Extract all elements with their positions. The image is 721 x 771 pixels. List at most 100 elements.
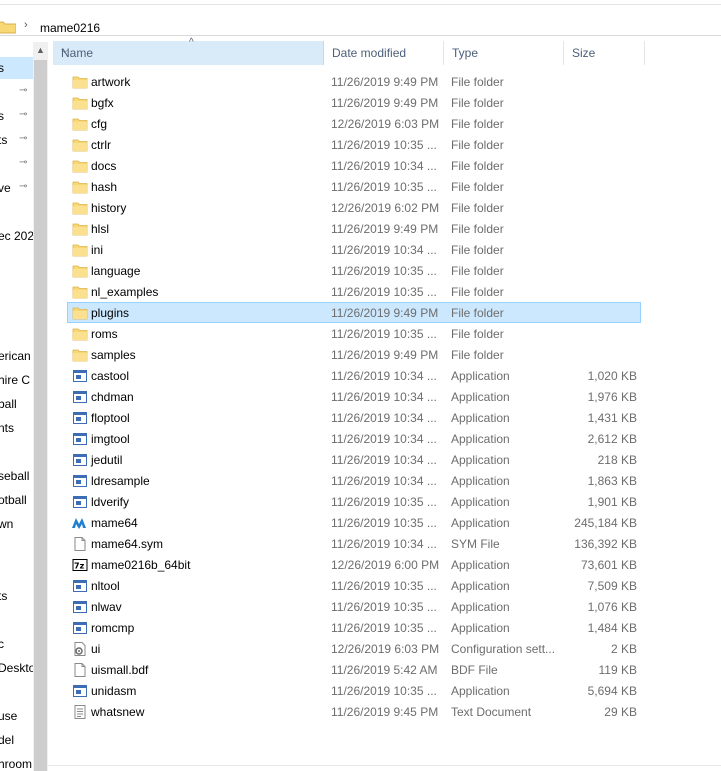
file-row[interactable]: nl_examples 11/26/2019 10:35 ... File fold… [68, 281, 641, 302]
column-header-name[interactable]: ^ Name ⌵ [53, 37, 324, 65]
nav-item[interactable] [0, 681, 33, 703]
file-row[interactable]: bgfx 11/26/2019 9:49 PM File folder [68, 92, 641, 113]
nav-item[interactable]: s [0, 57, 33, 79]
nav-item[interactable]: del [0, 729, 33, 751]
file-name: hash [91, 180, 118, 194]
nav-item-label: ts [0, 589, 8, 603]
nav-item[interactable]: wn [0, 513, 33, 535]
column-header-type-label: Type [452, 46, 479, 60]
application-icon [72, 410, 88, 426]
nav-item[interactable]: ve ⊸ [0, 177, 33, 199]
file-row[interactable]: ldverify 11/26/2019 10:35 ... Application 1… [68, 491, 641, 512]
file-row[interactable]: plugins 11/26/2019 9:49 PM File folder [67, 302, 641, 323]
file-row[interactable]: artwork 11/26/2019 9:49 PM File folder [68, 71, 641, 92]
file-row[interactable]: unidasm 11/26/2019 10:35 ... Application 5,… [68, 680, 641, 701]
pin-icon: ⊸ [19, 157, 28, 168]
file-row[interactable]: cfg 12/26/2019 6:03 PM File folder [68, 113, 641, 134]
file-row[interactable]: ldresample 11/26/2019 10:34 ... Applicatio… [68, 470, 641, 491]
file-row[interactable]: ctrlr 11/26/2019 10:35 ... File folder [68, 134, 641, 155]
nav-item[interactable]: erican [0, 345, 33, 367]
nav-item[interactable]: ec 2020 [0, 225, 33, 247]
nav-item[interactable]: s ⊸ [0, 105, 33, 127]
nav-item[interactable] [0, 321, 33, 343]
file-row[interactable]: chdman 11/26/2019 10:34 ... Application 1,9… [68, 386, 641, 407]
file-row[interactable]: imgtool 11/26/2019 10:34 ... Application 2,… [68, 428, 641, 449]
column-header-date-modified[interactable]: Date modified [324, 41, 444, 65]
nav-item[interactable]: hire C [0, 369, 33, 391]
column-header-size[interactable]: Size [564, 41, 645, 65]
file-type: Configuration sett... [451, 642, 556, 656]
file-row[interactable]: ui 12/26/2019 6:03 PM Configuration sett..… [68, 638, 641, 659]
file-type: File folder [451, 138, 504, 152]
file-row[interactable]: language 11/26/2019 10:35 ... File folder [68, 260, 641, 281]
file-date-modified: 12/26/2019 6:02 PM [331, 201, 440, 215]
file-row[interactable]: floptool 11/26/2019 10:34 ... Application 1… [68, 407, 641, 428]
scrollbar-thumb[interactable] [34, 60, 47, 771]
nav-item[interactable] [0, 441, 33, 463]
file-type: File folder [451, 285, 504, 299]
file-row[interactable]: 7z mame0216b_64bit 12/26/2019 6:00 PM Appli… [68, 554, 641, 575]
nav-item[interactable] [0, 609, 33, 631]
file-type: File folder [451, 243, 504, 257]
column-header-type[interactable]: Type [444, 41, 564, 65]
file-row[interactable]: docs 11/26/2019 10:34 ... File folder [68, 155, 641, 176]
nav-item[interactable] [0, 249, 33, 271]
file-row[interactable]: jedutil 11/26/2019 10:34 ... Application 21… [68, 449, 641, 470]
application-icon [72, 620, 88, 636]
file-row[interactable]: romcmp 11/26/2019 10:35 ... Application 1,4… [68, 617, 641, 638]
file-row[interactable]: mame64.sym 11/26/2019 10:34 ... SYM File 13… [68, 533, 641, 554]
address-bar[interactable]: › mame0216 [0, 8, 721, 36]
nav-item[interactable]: ts ⊸ [0, 129, 33, 151]
nav-item[interactable] [0, 297, 33, 319]
file-type: File folder [451, 264, 504, 278]
nav-item[interactable]: ⊸ [0, 81, 33, 103]
scroll-up-arrow-icon[interactable]: ▲ [36, 45, 45, 55]
nav-item[interactable]: seball [0, 465, 33, 487]
folder-icon [72, 95, 88, 111]
nav-item[interactable]: nts [0, 417, 33, 439]
nav-item[interactable] [0, 273, 33, 295]
nav-item[interactable]: otball [0, 489, 33, 511]
file-size: 2,612 KB [587, 432, 637, 446]
file-row[interactable]: hash 11/26/2019 10:35 ... File folder [68, 176, 641, 197]
file-size: 119 KB [598, 663, 637, 677]
file-type: Text Document [451, 705, 532, 719]
file-row[interactable]: whatsnew 11/26/2019 9:45 PM Text Document 2… [68, 701, 641, 722]
nav-item[interactable]: c [0, 633, 33, 655]
file-row[interactable]: castool 11/26/2019 10:34 ... Application 1,… [68, 365, 641, 386]
nav-item[interactable]: ts [0, 585, 33, 607]
nav-item[interactable] [0, 561, 33, 583]
file-row[interactable]: roms 11/26/2019 10:35 ... File folder [68, 323, 641, 344]
nav-item[interactable]: use [0, 705, 33, 727]
address-bar-area: › mame0216 [0, 0, 721, 42]
nav-item[interactable]: ⊸ [0, 153, 33, 175]
nav-item[interactable] [0, 537, 33, 559]
file-date-modified: 11/26/2019 10:35 ... [331, 327, 437, 341]
file-row[interactable]: samples 11/26/2019 9:49 PM File folder [68, 344, 641, 365]
folder-icon [72, 137, 88, 153]
file-size: 1,863 KB [587, 474, 637, 488]
file-row[interactable]: hlsl 11/26/2019 9:49 PM File folder [68, 218, 641, 239]
file-row[interactable]: nlwav 11/26/2019 10:35 ... Application 1,07… [68, 596, 641, 617]
application-icon [72, 431, 88, 447]
file-date-modified: 11/26/2019 10:34 ... [331, 537, 437, 551]
file-name: bgfx [91, 96, 114, 110]
nav-item[interactable]: hroom [0, 753, 33, 771]
breadcrumb-current-folder[interactable]: mame0216 [40, 21, 100, 35]
navigation-scrollbar[interactable]: ▲ [33, 42, 48, 771]
pin-icon: ⊸ [19, 133, 28, 144]
file-row[interactable]: history 12/26/2019 6:02 PM File folder [68, 197, 641, 218]
nav-item[interactable] [0, 201, 33, 223]
file-row[interactable]: nltool 11/26/2019 10:35 ... Application 7,5… [68, 575, 641, 596]
file-row[interactable]: mame64 11/26/2019 10:35 ... Application 245… [68, 512, 641, 533]
chevron-down-icon[interactable]: ⌵ [61, 45, 320, 56]
file-row[interactable]: ini 11/26/2019 10:34 ... File folder [68, 239, 641, 260]
file-name: chdman [91, 390, 134, 404]
breadcrumb-chevron-icon[interactable]: › [24, 19, 28, 31]
nav-item[interactable]: Deskto [0, 657, 33, 679]
file-name: whatsnew [91, 705, 145, 719]
nav-item[interactable]: ball [0, 393, 33, 415]
file-row[interactable]: uismall.bdf 11/26/2019 5:42 AM BDF File 119… [68, 659, 641, 680]
file-type: File folder [451, 75, 504, 89]
nav-item-label: hroom [0, 757, 33, 771]
